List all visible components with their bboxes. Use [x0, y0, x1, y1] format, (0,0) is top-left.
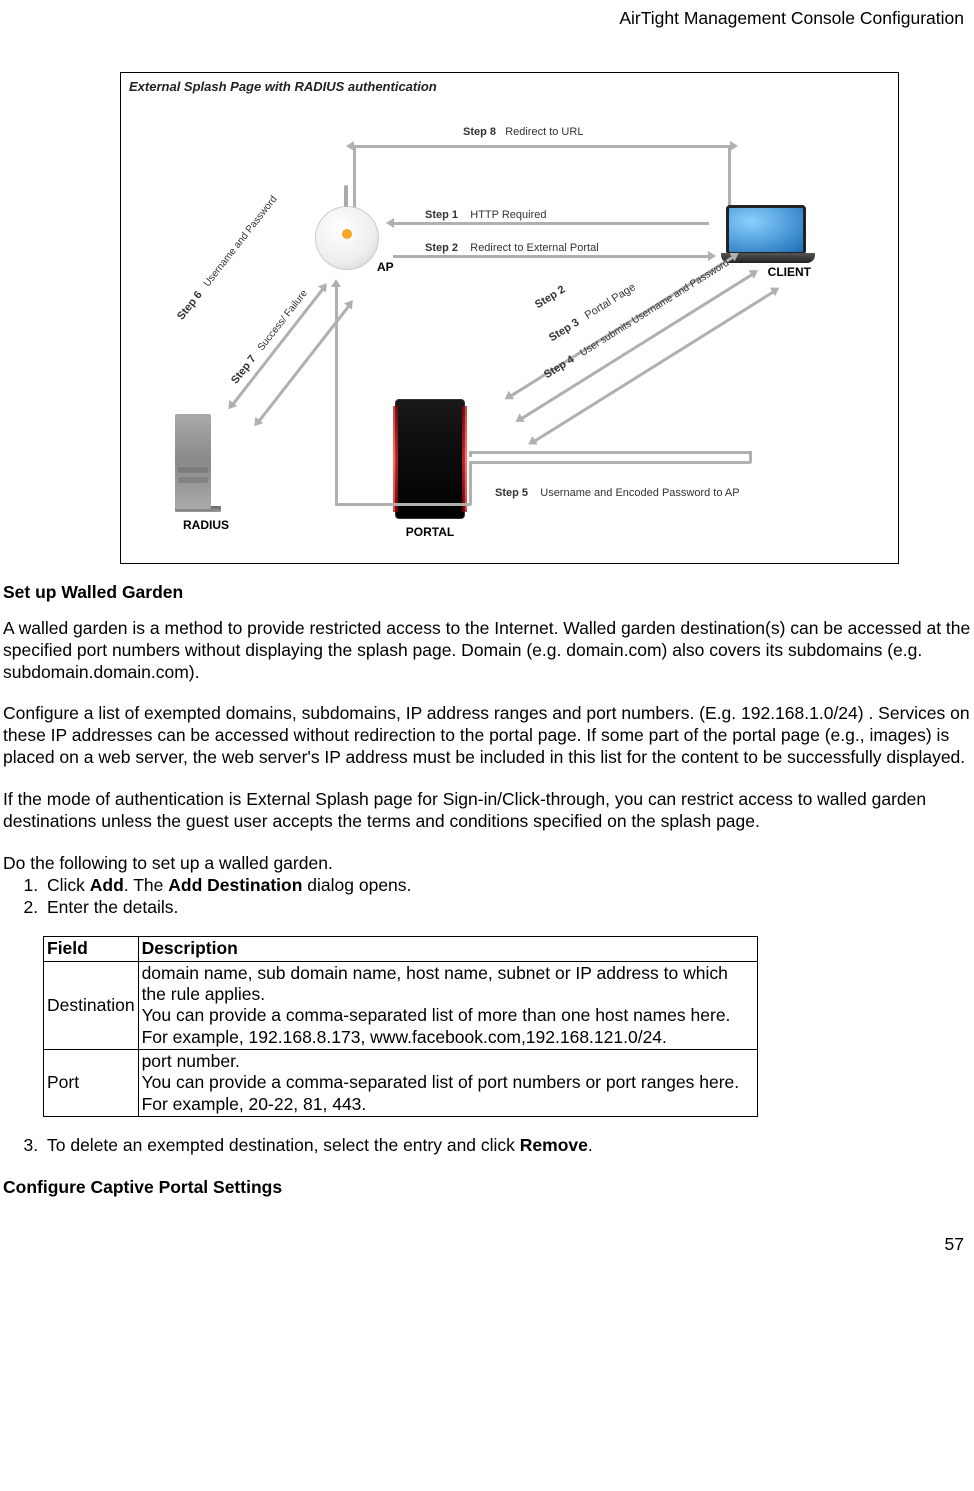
para-wg-1: A walled garden is a method to provide r… — [3, 618, 971, 684]
list-item: Enter the details. — [43, 897, 971, 919]
step2a-tag: Step 2 — [425, 242, 458, 254]
step1-tag: Step 1 — [425, 209, 458, 221]
step6-text: Username and Password — [202, 194, 280, 289]
device-client: CLIENT — [721, 205, 811, 280]
steps-list-continued: To delete an exempted destination, selec… — [3, 1135, 971, 1157]
step7-text: Success/ Failure — [256, 288, 310, 353]
para-wg-2: Configure a list of exempted domains, su… — [3, 703, 971, 769]
table-row: Destination domain name, sub domain name… — [44, 961, 758, 1049]
cell-desc-destination: domain name, sub domain name, host name,… — [138, 961, 757, 1049]
step2b-tag: Step 2 — [533, 283, 567, 311]
diagram-external-splash-radius: External Splash Page with RADIUS authent… — [120, 72, 899, 564]
step5-tag: Step 5 — [495, 487, 528, 499]
diagram-title: External Splash Page with RADIUS authent… — [129, 79, 437, 95]
heading-walled-garden: Set up Walled Garden — [3, 582, 971, 604]
step2a-text: Redirect to External Portal — [470, 242, 598, 254]
steps-list: Click Add. The Add Destination dialog op… — [3, 875, 971, 919]
page-header: AirTight Management Console Configuratio… — [0, 8, 974, 30]
table-row: Port port number. You can provide a comm… — [44, 1050, 758, 1117]
table-header-field: Field — [44, 937, 139, 961]
step3-tag: Step 3 — [547, 316, 581, 344]
step8-text: Redirect to URL — [505, 126, 583, 138]
step8-tag: Step 8 — [463, 126, 496, 138]
cell-field-destination: Destination — [44, 961, 139, 1049]
table-header-description: Description — [138, 937, 757, 961]
list-item: Click Add. The Add Destination dialog op… — [43, 875, 971, 897]
step6-tag: Step 6 — [175, 289, 205, 322]
para-wg-3: If the mode of authentication is Externa… — [3, 789, 971, 833]
device-radius: RADIUS — [175, 414, 229, 533]
step7-tag: Step 7 — [229, 353, 259, 386]
cell-desc-port: port number. You can provide a comma-sep… — [138, 1050, 757, 1117]
page-number: 57 — [0, 1234, 974, 1256]
cell-field-port: Port — [44, 1050, 139, 1117]
device-ap: AP — [315, 206, 394, 275]
para-wg-4: Do the following to set up a walled gard… — [3, 853, 971, 875]
arrow-step6 — [232, 288, 324, 405]
list-item: To delete an exempted destination, selec… — [43, 1135, 971, 1157]
step4-tag: Step 4 — [542, 353, 576, 381]
step5-text: Username and Encoded Password to AP — [540, 487, 739, 499]
device-portal: PORTAL — [395, 399, 465, 540]
field-description-table: Field Description Destination domain nam… — [43, 936, 758, 1117]
step1-text: HTTP Required — [470, 209, 546, 221]
arrow-step8 — [353, 145, 731, 148]
heading-captive-portal: Configure Captive Portal Settings — [3, 1177, 971, 1199]
